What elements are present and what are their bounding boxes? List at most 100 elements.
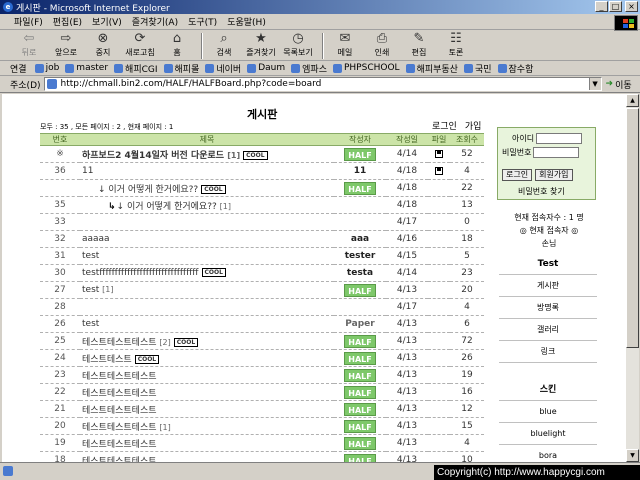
link-item[interactable]: master [65, 62, 108, 75]
column-header[interactable]: 작성자 [334, 133, 386, 146]
scroll-thumb[interactable] [626, 108, 639, 348]
post-subject[interactable]: test [80, 315, 334, 333]
column-header[interactable]: 번호 [40, 133, 80, 146]
table-row[interactable]: 19 테스트테스트테스트 HALF 4/13 4 [40, 434, 484, 452]
link-item[interactable]: 잠수함 [497, 62, 533, 75]
table-row[interactable]: 31 test tester 4/15 5 [40, 247, 484, 265]
post-file[interactable] [428, 162, 450, 180]
post-subject[interactable]: 테스트테스트 COOL [80, 349, 334, 367]
post-author[interactable]: HALF [334, 451, 386, 462]
post-subject[interactable]: 테스트테스트테스트 [80, 366, 334, 384]
table-row[interactable]: 28 4/17 4 [40, 298, 484, 316]
post-author[interactable]: HALF [334, 145, 386, 163]
column-header[interactable]: 제목 [80, 133, 334, 146]
post-author[interactable]: HALF [334, 366, 386, 384]
subject-text[interactable]: 테스트테스트테스트 [82, 423, 157, 433]
post-author[interactable]: Paper [334, 315, 386, 333]
column-header[interactable]: 조회수 [450, 133, 484, 146]
table-row[interactable]: 25 테스트테스트테스트 [2] COOL HALF 4/13 72 [40, 332, 484, 350]
minimize-button[interactable]: _ [595, 1, 608, 12]
subject-text[interactable]: 테스트테스트테스트 [82, 406, 157, 416]
skin-item[interactable]: blue [499, 401, 597, 423]
post-author[interactable]: HALF [334, 349, 386, 367]
post-subject[interactable]: 11 [80, 162, 334, 180]
toolbar-button-6[interactable]: ★ 즐겨찾기 [246, 31, 276, 58]
table-row[interactable]: 24 테스트테스트 COOL HALF 4/13 26 [40, 349, 484, 367]
post-subject[interactable]: ↓ 이거 어떻게 한거에요?? COOL [80, 179, 334, 197]
toolbar-button-4[interactable]: ⌂ 홈 [162, 31, 192, 58]
toolbar-button-11[interactable]: ☷ 토론 [441, 31, 471, 58]
side-menu-item[interactable]: 게시판 [499, 275, 597, 297]
subject-text[interactable]: 테스트테스트테스트 [82, 440, 157, 450]
post-subject[interactable]: ↳↓ 이거 어떻게 한거에요?? [1] [80, 196, 334, 214]
table-row[interactable]: 27 test [1] HALF 4/13 20 [40, 281, 484, 299]
skin-item[interactable]: bluelight [499, 423, 597, 445]
link-item[interactable]: 해피부동산 [405, 62, 458, 75]
toolbar-button-8[interactable]: ✉ 메일 [330, 31, 360, 58]
side-menu-item[interactable]: 갤러리 [499, 319, 597, 341]
signup-button[interactable]: 회원가입 [535, 169, 573, 181]
close-button[interactable]: × [625, 1, 638, 12]
toolbar-button-5[interactable]: ⌕ 검색 [209, 31, 239, 58]
go-button[interactable]: ➜ 이동 [606, 78, 632, 91]
scroll-up-icon[interactable]: ▲ [626, 94, 639, 107]
toolbar-button-7[interactable]: ◷ 목록보기 [283, 31, 313, 58]
post-author[interactable]: HALF [334, 434, 386, 452]
post-subject[interactable]: testffffffffffffffffffffffffffffffff COOL [80, 264, 334, 282]
table-row[interactable]: 32 aaaaa aaa 4/16 18 [40, 230, 484, 248]
toolbar-button-3[interactable]: ⟳ 새로고침 [125, 31, 155, 58]
side-menu-item[interactable]: 방명록 [499, 297, 597, 319]
table-row[interactable]: 21 테스트테스트테스트 HALF 4/13 12 [40, 400, 484, 418]
post-author[interactable]: HALF [334, 281, 386, 299]
link-item[interactable]: 해피CGI [114, 62, 158, 75]
post-author[interactable]: HALF [334, 383, 386, 401]
menu-item[interactable]: 편집(E) [53, 15, 82, 28]
maximize-button[interactable]: □ [609, 1, 622, 12]
column-header[interactable]: 작성일 [386, 133, 428, 146]
post-subject[interactable]: 테스트테스트테스트 [80, 451, 334, 462]
subject-text[interactable]: 11 [82, 166, 93, 176]
table-row[interactable]: 35 ↳↓ 이거 어떻게 한거에요?? [1] 4/18 13 [40, 196, 484, 214]
post-author[interactable]: HALF [334, 332, 386, 350]
subject-text[interactable]: test [82, 319, 99, 329]
toolbar-button-1[interactable]: ⇨ 앞으로 [51, 31, 81, 58]
subject-text[interactable]: aaaaa [82, 234, 110, 244]
post-subject[interactable] [80, 213, 334, 231]
subject-text[interactable]: test [82, 251, 99, 261]
table-row[interactable]: 23 테스트테스트테스트 HALF 4/13 19 [40, 366, 484, 384]
post-author[interactable]: 11 [334, 162, 386, 180]
post-subject[interactable]: 테스트테스트테스트 [1] [80, 417, 334, 435]
table-row[interactable]: 20 테스트테스트테스트 [1] HALF 4/13 15 [40, 417, 484, 435]
join-link[interactable]: 가입 [465, 122, 482, 132]
column-header[interactable]: 파일 [428, 133, 450, 146]
post-author[interactable]: HALF [334, 179, 386, 197]
table-row[interactable]: 22 테스트테스트테스트 HALF 4/13 16 [40, 383, 484, 401]
post-author[interactable]: HALF [334, 417, 386, 435]
post-author[interactable] [334, 196, 386, 214]
subject-text[interactable]: testffffffffffffffffffffffffffffffff [82, 268, 199, 278]
post-author[interactable]: HALF [334, 400, 386, 418]
post-subject[interactable]: 테스트테스트테스트 [2] COOL [80, 332, 334, 350]
chevron-down-icon[interactable]: ▼ [588, 78, 601, 90]
toolbar-button-2[interactable]: ⊗ 중지 [88, 31, 118, 58]
post-file[interactable] [428, 145, 450, 163]
post-subject[interactable] [80, 298, 334, 316]
table-row[interactable]: 30 testffffffffffffffffffffffffffffffff CO… [40, 264, 484, 282]
menu-item[interactable]: 도구(T) [188, 15, 217, 28]
toolbar-button-9[interactable]: ⎙ 인쇄 [367, 31, 397, 58]
table-row[interactable]: 33 4/17 0 [40, 213, 484, 231]
scroll-down-icon[interactable]: ▼ [626, 449, 639, 462]
link-item[interactable]: 엠파스 [291, 62, 327, 75]
post-subject[interactable]: test [80, 247, 334, 265]
floppy-disk-icon[interactable] [435, 149, 443, 158]
login-button[interactable]: 로그인 [502, 169, 533, 181]
table-row[interactable]: 26 test Paper 4/13 6 [40, 315, 484, 333]
link-item[interactable]: 네이버 [205, 62, 241, 75]
toolbar-button-10[interactable]: ✎ 편집 [404, 31, 434, 58]
post-author[interactable]: tester [334, 247, 386, 265]
password-input[interactable] [533, 147, 580, 158]
menu-item[interactable]: 즐겨찾기(A) [132, 15, 178, 28]
post-author[interactable] [334, 213, 386, 231]
link-item[interactable]: Daum [247, 62, 285, 75]
subject-text[interactable]: 테스트테스트테스트 [82, 389, 157, 399]
